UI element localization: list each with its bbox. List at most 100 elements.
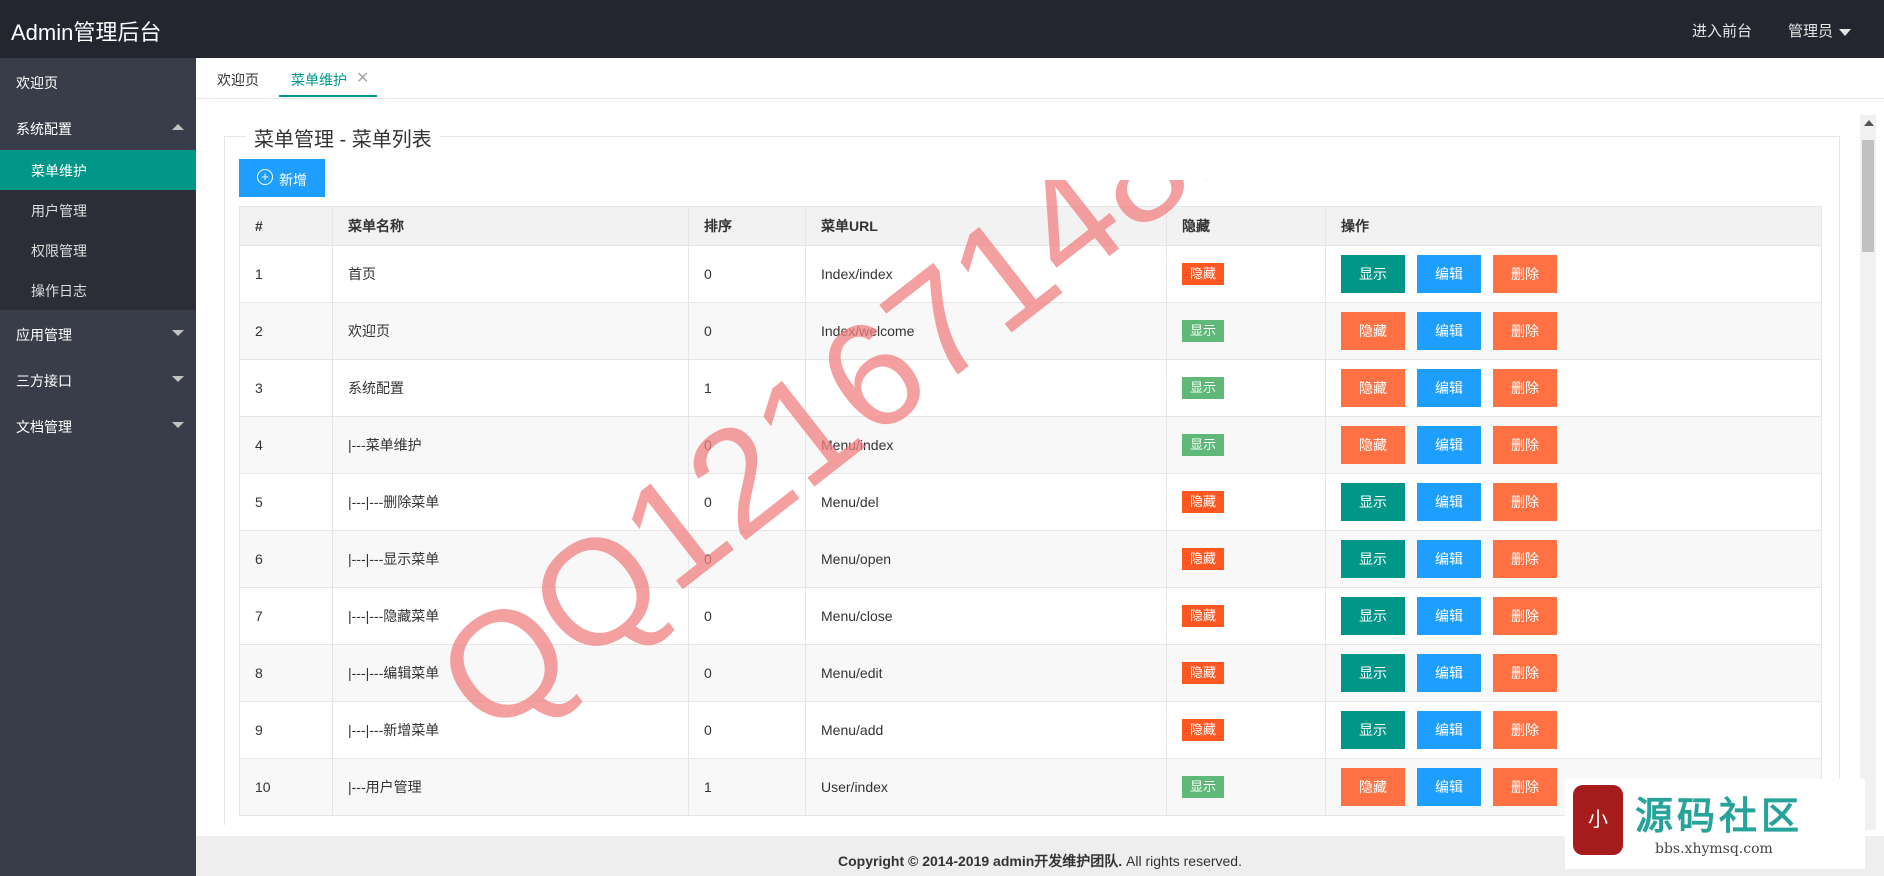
vertical-scrollbar[interactable] — [1860, 115, 1876, 830]
sidebar-item-system-config[interactable]: 系统配置 — [0, 104, 196, 150]
chevron-down-icon — [172, 376, 184, 382]
table-row: 1 首页 0 Index/index 隐藏 显示 编辑 删除 — [239, 245, 1822, 303]
hidden-status-badge: 隐藏 — [1182, 548, 1225, 570]
sidebar-item-welcome[interactable]: 欢迎页 — [0, 58, 196, 104]
column-header-hidden: 隐藏 — [1166, 206, 1326, 246]
cell-hidden: 显示 — [1166, 359, 1326, 417]
edit-button[interactable]: 编辑 — [1417, 768, 1481, 806]
cell-url: Menu/index — [805, 416, 1167, 474]
cell-url: Menu/open — [805, 530, 1167, 588]
hidden-status-badge: 显示 — [1182, 434, 1225, 456]
admin-user-menu[interactable]: 管理员 — [1788, 20, 1852, 41]
cell-name: |---|---新增菜单 — [332, 701, 689, 759]
toggle-visibility-button[interactable]: 显示 — [1341, 540, 1405, 578]
cell-name: 系统配置 — [332, 359, 689, 417]
brand-name: 源码社区 — [1635, 793, 1804, 838]
add-menu-button[interactable]: + 新增 — [239, 159, 325, 197]
delete-button[interactable]: 删除 — [1493, 597, 1557, 635]
tab-menu-maintenance[interactable]: 菜单维护 — [291, 70, 347, 90]
cell-url: Menu/close — [805, 587, 1167, 645]
hidden-status-badge: 隐藏 — [1182, 263, 1225, 285]
edit-button[interactable]: 编辑 — [1417, 426, 1481, 464]
edit-button[interactable]: 编辑 — [1417, 711, 1481, 749]
cell-sort: 0 — [688, 701, 806, 759]
edit-button[interactable]: 编辑 — [1417, 369, 1481, 407]
main-content: 菜单管理 - 菜单列表 + 新增 # 菜单名称 排序 菜单URL 隐藏 操作 1… — [196, 99, 1860, 825]
delete-button[interactable]: 删除 — [1493, 768, 1557, 806]
scrollbar-thumb[interactable] — [1862, 140, 1874, 252]
sidebar-item-app-management[interactable]: 应用管理 — [0, 310, 196, 356]
cell-name: |---用户管理 — [332, 758, 689, 816]
sidebar-item-doc-management[interactable]: 文档管理 — [0, 402, 196, 448]
toggle-visibility-button[interactable]: 显示 — [1341, 483, 1405, 521]
copyright-text: Copyright © 2014-2019 admin开发维护团队. All r… — [838, 851, 1242, 871]
delete-button[interactable]: 删除 — [1493, 483, 1557, 521]
cell-id: 8 — [239, 644, 333, 702]
delete-button[interactable]: 删除 — [1493, 540, 1557, 578]
table-row: 5 |---|---删除菜单 0 Menu/del 隐藏 显示 编辑 删除 — [239, 473, 1822, 531]
table-row: 4 |---菜单维护 0 Menu/index 显示 隐藏 编辑 删除 — [239, 416, 1822, 474]
cell-actions: 显示 编辑 删除 — [1325, 530, 1822, 588]
hidden-status-badge: 隐藏 — [1182, 662, 1225, 684]
cell-url: User/index — [805, 758, 1167, 816]
scroll-up-arrow-icon[interactable] — [1864, 120, 1874, 126]
cell-actions: 显示 编辑 删除 — [1325, 473, 1822, 531]
delete-button[interactable]: 删除 — [1493, 369, 1557, 407]
hidden-status-badge: 显示 — [1182, 377, 1225, 399]
hidden-status-badge: 显示 — [1182, 776, 1225, 798]
cell-sort: 0 — [688, 530, 806, 588]
cell-actions: 隐藏 编辑 删除 — [1325, 416, 1822, 474]
toggle-visibility-button[interactable]: 隐藏 — [1341, 369, 1405, 407]
sidebar-subitem-operation-log[interactable]: 操作日志 — [0, 270, 196, 310]
cell-hidden: 隐藏 — [1166, 644, 1326, 702]
edit-button[interactable]: 编辑 — [1417, 540, 1481, 578]
delete-button[interactable]: 删除 — [1493, 312, 1557, 350]
cell-url: Menu/del — [805, 473, 1167, 531]
enter-frontend-link[interactable]: 进入前台 — [1692, 20, 1752, 41]
delete-button[interactable]: 删除 — [1493, 654, 1557, 692]
toggle-visibility-button[interactable]: 隐藏 — [1341, 312, 1405, 350]
app-logo-title[interactable]: Admin管理后台 — [11, 15, 161, 47]
cell-sort: 0 — [688, 416, 806, 474]
edit-button[interactable]: 编辑 — [1417, 597, 1481, 635]
table-row: 3 系统配置 1 显示 隐藏 编辑 删除 — [239, 359, 1822, 417]
cell-sort: 0 — [688, 644, 806, 702]
cell-url — [805, 359, 1167, 417]
cell-id: 9 — [239, 701, 333, 759]
edit-button[interactable]: 编辑 — [1417, 654, 1481, 692]
cell-hidden: 显示 — [1166, 302, 1326, 360]
cell-hidden: 隐藏 — [1166, 473, 1326, 531]
toggle-visibility-button[interactable]: 显示 — [1341, 711, 1405, 749]
table-row: 2 欢迎页 0 Index/welcome 显示 隐藏 编辑 删除 — [239, 302, 1822, 360]
toggle-visibility-button[interactable]: 隐藏 — [1341, 426, 1405, 464]
delete-button[interactable]: 删除 — [1493, 426, 1557, 464]
toggle-visibility-button[interactable]: 显示 — [1341, 597, 1405, 635]
cell-sort: 0 — [688, 473, 806, 531]
cell-name: 欢迎页 — [332, 302, 689, 360]
toggle-visibility-button[interactable]: 显示 — [1341, 255, 1405, 293]
plus-circle-icon: + — [257, 169, 273, 185]
table-row: 6 |---|---显示菜单 0 Menu/open 隐藏 显示 编辑 删除 — [239, 530, 1822, 588]
chevron-down-icon — [172, 330, 184, 336]
cell-url: Index/welcome — [805, 302, 1167, 360]
add-button-label: 新增 — [279, 172, 307, 188]
cell-hidden: 显示 — [1166, 416, 1326, 474]
sidebar-subitem-menu-maintenance[interactable]: 菜单维护 — [0, 150, 196, 190]
sidebar-subitem-permission-management[interactable]: 权限管理 — [0, 230, 196, 270]
cell-name: |---|---隐藏菜单 — [332, 587, 689, 645]
delete-button[interactable]: 删除 — [1493, 255, 1557, 293]
cell-name: |---|---编辑菜单 — [332, 644, 689, 702]
cell-hidden: 隐藏 — [1166, 245, 1326, 303]
toggle-visibility-button[interactable]: 隐藏 — [1341, 768, 1405, 806]
edit-button[interactable]: 编辑 — [1417, 312, 1481, 350]
sidebar-item-label: 三方接口 — [16, 373, 72, 389]
close-icon[interactable]: ✕ — [356, 68, 369, 88]
delete-button[interactable]: 删除 — [1493, 711, 1557, 749]
toggle-visibility-button[interactable]: 显示 — [1341, 654, 1405, 692]
cell-sort: 1 — [688, 758, 806, 816]
tab-welcome[interactable]: 欢迎页 — [217, 70, 259, 90]
sidebar-item-third-party-api[interactable]: 三方接口 — [0, 356, 196, 402]
sidebar-subitem-user-management[interactable]: 用户管理 — [0, 190, 196, 230]
edit-button[interactable]: 编辑 — [1417, 483, 1481, 521]
edit-button[interactable]: 编辑 — [1417, 255, 1481, 293]
